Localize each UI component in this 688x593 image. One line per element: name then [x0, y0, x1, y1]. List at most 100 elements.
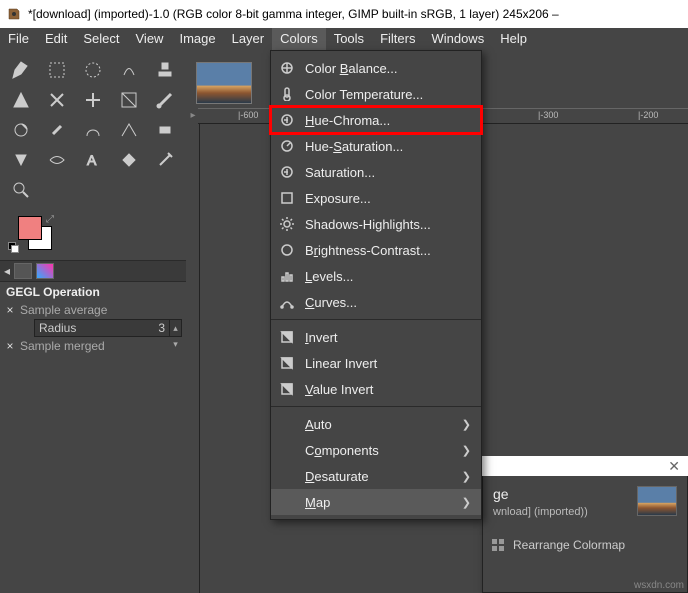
close-row-icon[interactable]: × [4, 339, 16, 353]
tool-gradient[interactable] [4, 116, 38, 144]
tool-move[interactable] [4, 56, 38, 84]
menu-tools[interactable]: Tools [326, 28, 372, 50]
foreground-color[interactable] [18, 216, 42, 240]
menu-item-color-temperature[interactable]: Color Temperature... [271, 81, 481, 107]
popup-title-bar: ✕ [482, 456, 688, 476]
tool-pencil[interactable] [40, 116, 74, 144]
close-row-icon[interactable]: × [4, 303, 16, 317]
menu-item-value-invert[interactable]: Value Invert [271, 376, 481, 402]
tool-text[interactable]: A [76, 146, 110, 174]
dialog-subtitle: wnload] (imported)) [493, 506, 588, 518]
menu-item-curves[interactable]: Curves... [271, 289, 481, 315]
sun-icon [279, 216, 295, 232]
menu-file[interactable]: File [0, 28, 37, 50]
tool-path[interactable] [148, 146, 182, 174]
tool-eraser[interactable] [148, 116, 182, 144]
tool-fuzzy[interactable] [148, 56, 182, 84]
menu-view[interactable]: View [128, 28, 172, 50]
menu-item-linear-invert[interactable]: Linear Invert [271, 350, 481, 376]
tool-blur[interactable] [40, 146, 74, 174]
default-colors-icon[interactable] [8, 242, 18, 252]
dock-tabs[interactable]: ◂ [0, 261, 186, 282]
close-icon[interactable]: ✕ [668, 458, 680, 475]
option-sample-merged-label: Sample merged [20, 339, 105, 353]
menu-item-rearrange-colormap[interactable]: Rearrange Colormap [491, 538, 679, 552]
menu-item-label: Brightness-Contrast... [305, 243, 471, 258]
tool-options-panel: ◂ GEGL Operation × Sample average Radius… [0, 260, 186, 354]
tool-rect-select[interactable] [40, 56, 74, 84]
menu-edit[interactable]: Edit [37, 28, 75, 50]
menu-item-label: Color Balance... [305, 61, 471, 76]
tool-transform[interactable] [76, 86, 110, 114]
menu-filters[interactable]: Filters [372, 28, 423, 50]
tool-align[interactable] [112, 146, 146, 174]
swap-colors-icon[interactable]: ⤢ [46, 214, 54, 225]
menu-select[interactable]: Select [75, 28, 127, 50]
tool-ellipse-select[interactable] [76, 56, 110, 84]
menu-windows[interactable]: Windows [423, 28, 492, 50]
menu-item-label: Rearrange Colormap [513, 538, 625, 552]
tool-bucket[interactable] [4, 146, 38, 174]
tool-crop[interactable] [40, 86, 74, 114]
vertical-ruler[interactable] [186, 124, 200, 593]
menu-image[interactable]: Image [171, 28, 223, 50]
inv-icon [279, 329, 295, 345]
menu-item-exposure[interactable]: Exposure... [271, 185, 481, 211]
tool-scissors[interactable] [4, 86, 38, 114]
menu-item-label: Hue-Chroma... [305, 113, 471, 128]
tool-smudge[interactable] [76, 116, 110, 144]
blank-icon [279, 416, 295, 432]
tool-brush[interactable] [148, 86, 182, 114]
menu-item-components[interactable]: Components❯ [271, 437, 481, 463]
radius-value: 3 [154, 320, 169, 336]
menu-item-levels[interactable]: Levels... [271, 263, 481, 289]
menu-item-label: Linear Invert [305, 356, 471, 371]
image-thumbnail[interactable] [196, 62, 252, 104]
menu-item-color-balance[interactable]: Color Balance... [271, 55, 481, 81]
color-indicator[interactable]: ⤢ [8, 216, 50, 252]
menu-item-hue-chroma[interactable]: Hue-Chroma... [271, 107, 481, 133]
menu-item-desaturate[interactable]: Desaturate❯ [271, 463, 481, 489]
menu-item-auto[interactable]: Auto ❯ [271, 411, 481, 437]
menu-colors[interactable]: Colors [272, 28, 326, 50]
menu-separator [271, 319, 481, 320]
balance-icon [279, 60, 295, 76]
tool-clone[interactable] [112, 116, 146, 144]
tool-cage[interactable] [112, 86, 146, 114]
submenu-arrow-icon: ❯ [462, 418, 471, 431]
dock-tab[interactable] [36, 263, 54, 279]
colors-menu-dropdown: Color Balance... Color Temperature... Hue-… [270, 50, 482, 520]
bars-icon [279, 268, 295, 284]
menu-item-label: Map [305, 495, 452, 510]
menu-help[interactable]: Help [492, 28, 535, 50]
submenu-arrow-icon: ❯ [462, 470, 471, 483]
menu-item-brightness-contrast[interactable]: Brightness-Contrast... [271, 237, 481, 263]
inv-icon [279, 381, 295, 397]
svg-text:A: A [87, 152, 97, 168]
inv-icon [279, 355, 295, 371]
menu-item-label: Shadows-Highlights... [305, 217, 471, 232]
dock-tab[interactable] [14, 263, 32, 279]
menu-layer[interactable]: Layer [224, 28, 273, 50]
g-icon [279, 112, 295, 128]
menu-item-label: Exposure... [305, 191, 471, 206]
map-submenu-window: ✕ ge wnload] (imported)) Rearrange Color… [482, 475, 688, 593]
square-icon [279, 190, 295, 206]
toolbox: A [0, 50, 186, 204]
app-logo-icon [6, 6, 22, 22]
menu-item-label: Auto [305, 417, 452, 432]
menu-item-map[interactable]: Map❯ [271, 489, 481, 515]
spinner-up-icon[interactable]: ▴▾ [169, 320, 181, 336]
submenu-arrow-icon: ❯ [462, 444, 471, 457]
menu-item-shadows-highlights[interactable]: Shadows-Highlights... [271, 211, 481, 237]
menu-item-label: Saturation... [305, 165, 471, 180]
menu-item-label: Invert [305, 330, 471, 345]
ruler-mark: |-200 [638, 110, 658, 120]
radius-spinner[interactable]: Radius 3 ▴▾ [34, 319, 182, 337]
tool-zoom[interactable] [4, 176, 38, 204]
menu-item-saturation[interactable]: Saturation... [271, 159, 481, 185]
menu-item-hue-saturation[interactable]: Hue-Saturation... [271, 133, 481, 159]
window-title-bar: *[download] (imported)-1.0 (RGB color 8-… [0, 0, 688, 28]
menu-item-invert[interactable]: Invert [271, 324, 481, 350]
tool-free-select[interactable] [112, 56, 146, 84]
